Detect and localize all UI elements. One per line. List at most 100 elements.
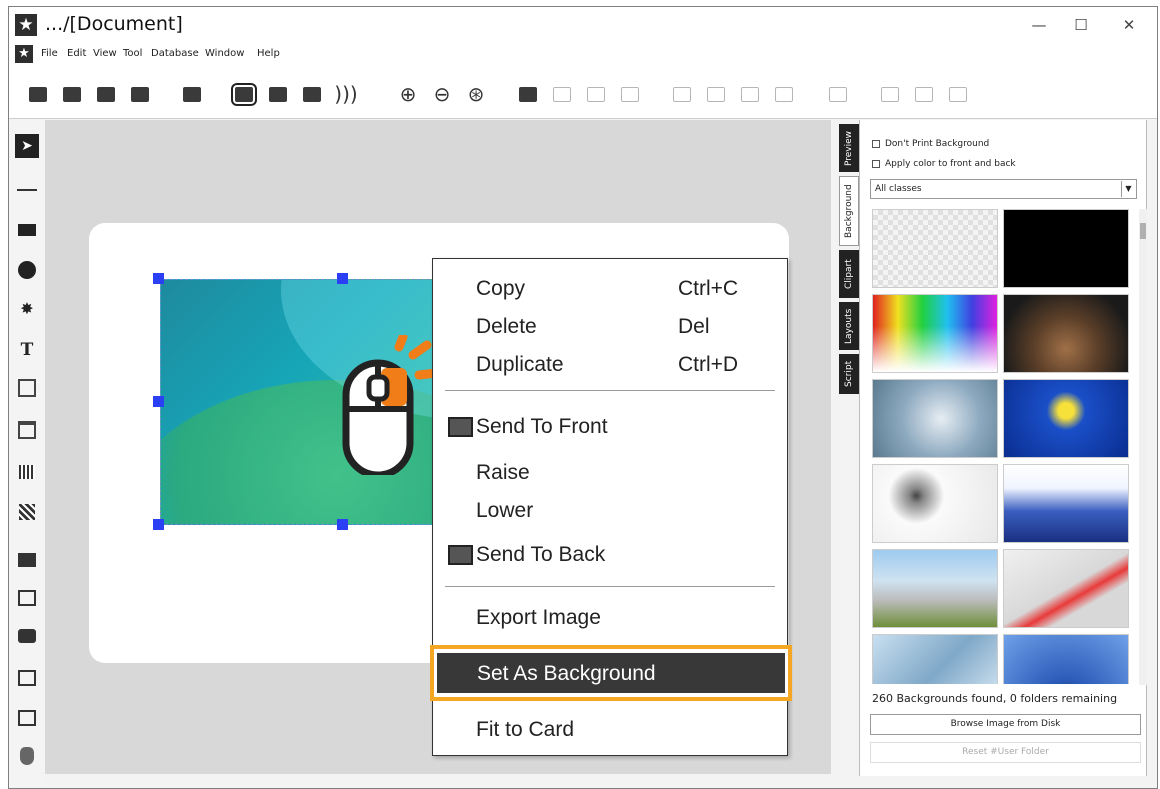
thumb-transparent[interactable] — [872, 209, 998, 288]
thumb-pen[interactable] — [1003, 549, 1129, 628]
thumb-spectrum[interactable] — [872, 294, 998, 373]
background-panel: Don't Print Background Apply color to fr… — [859, 120, 1147, 776]
printer-button[interactable] — [179, 81, 205, 107]
date-tool[interactable] — [15, 418, 39, 442]
dont-print-label: Don't Print Background — [885, 139, 990, 149]
highlight-box: Set As Background — [430, 645, 792, 701]
menu-set-as-background[interactable]: Set As Background — [437, 653, 785, 693]
align-right-icon — [621, 86, 639, 102]
counter-tool[interactable] — [15, 376, 39, 400]
backgrounds-status: 260 Backgrounds found, 0 folders remaini… — [872, 692, 1118, 705]
menu-help[interactable]: Help — [257, 48, 280, 59]
chevron-down-icon[interactable]: ▼ — [1121, 181, 1135, 197]
tab-background[interactable]: Background — [839, 176, 859, 246]
thumb-pen-paper[interactable] — [872, 634, 998, 684]
close-button[interactable]: ✕ — [1109, 11, 1149, 39]
panel-scrollbar[interactable] — [1139, 209, 1147, 685]
menu-duplicate[interactable]: Duplicate — [476, 353, 564, 377]
print-button[interactable] — [59, 81, 85, 107]
signature-tool[interactable] — [15, 706, 39, 730]
image-add-icon — [18, 553, 36, 567]
menu-set-as-background-label: Set As Background — [477, 662, 656, 685]
pointer-icon: ➤ — [21, 138, 33, 154]
polygon-tool[interactable]: ✸ — [15, 296, 39, 320]
encode-button[interactable]: ))) — [333, 81, 359, 107]
line-tool[interactable] — [15, 178, 39, 202]
maximize-button[interactable]: ☐ — [1061, 11, 1101, 39]
menu-copy[interactable]: Copy — [476, 277, 525, 301]
minimize-button[interactable]: — — [1019, 11, 1059, 39]
apply-color-checkbox[interactable]: Apply color to front and back — [872, 159, 1016, 169]
qrcode-icon — [19, 504, 35, 520]
menu-database[interactable]: Database — [151, 48, 199, 59]
camera-tool[interactable] — [15, 624, 39, 648]
id-photo-tool[interactable] — [15, 666, 39, 690]
zoom-out-icon: ⊖ — [433, 82, 451, 106]
select-tool[interactable]: ➤ — [15, 134, 39, 158]
same-size-button — [911, 81, 937, 107]
thumb-truck[interactable] — [872, 549, 998, 628]
browse-image-button[interactable]: Browse Image from Disk — [870, 714, 1141, 735]
rectangle-tool[interactable] — [15, 218, 39, 242]
security-tool[interactable] — [15, 744, 39, 768]
check-icon — [949, 86, 967, 102]
tab-preview[interactable]: Preview — [839, 124, 859, 172]
card-list-button[interactable] — [299, 81, 325, 107]
picture-tool[interactable] — [15, 586, 39, 610]
ellipse-tool[interactable] — [15, 258, 39, 282]
class-select[interactable]: All classes ▼ — [870, 179, 1137, 199]
menu-send-to-front[interactable]: Send To Front — [476, 415, 608, 439]
resize-handle-w[interactable] — [153, 396, 164, 407]
app-logo-icon: ★ — [15, 14, 37, 36]
thumb-clocks[interactable] — [1003, 294, 1129, 373]
menu-tool[interactable]: Tool — [123, 48, 142, 59]
card-back-button[interactable] — [265, 81, 291, 107]
image-tool[interactable] — [15, 548, 39, 572]
printer-icon — [183, 86, 201, 102]
star-shape-icon: ✸ — [20, 298, 34, 318]
tab-script[interactable]: Script — [839, 354, 859, 394]
resize-handle-n[interactable] — [337, 273, 348, 284]
zoom-out-button[interactable]: ⊖ — [429, 81, 455, 107]
menu-send-to-back[interactable]: Send To Back — [476, 543, 605, 567]
tab-layouts[interactable]: Layouts — [839, 302, 859, 350]
app-menu-icon[interactable]: ★ — [15, 45, 33, 63]
align-button[interactable] — [515, 81, 541, 107]
thumb-love[interactable] — [872, 464, 998, 543]
menu-delete[interactable]: Delete — [476, 315, 537, 339]
checkbox-box[interactable] — [872, 160, 880, 168]
same-width-icon — [829, 86, 847, 102]
menu-lower[interactable]: Lower — [476, 499, 533, 523]
scrollbar-thumb[interactable] — [1140, 223, 1146, 239]
menu-fit-to-card[interactable]: Fit to Card — [476, 718, 574, 742]
resize-handle-sw[interactable] — [153, 519, 164, 530]
resize-handle-s[interactable] — [337, 519, 348, 530]
menu-window[interactable]: Window — [205, 48, 244, 59]
card-front-button[interactable] — [231, 81, 257, 107]
barcode-tool[interactable] — [15, 460, 39, 484]
text-tool[interactable]: T — [15, 338, 39, 362]
thumb-phone[interactable] — [872, 379, 998, 458]
menu-raise[interactable]: Raise — [476, 461, 530, 485]
apply-color-label: Apply color to front and back — [885, 159, 1016, 169]
checkbox-box[interactable] — [872, 140, 880, 148]
dont-print-checkbox[interactable]: Don't Print Background — [872, 139, 989, 149]
thumb-calendar[interactable] — [1003, 464, 1129, 543]
zoom-in-button[interactable]: ⊕ — [395, 81, 421, 107]
menu-view[interactable]: View — [93, 48, 117, 59]
menu-export-image[interactable]: Export Image — [476, 606, 601, 630]
tab-clipart[interactable]: Clipart — [839, 250, 859, 298]
save-button[interactable] — [93, 81, 119, 107]
thumb-black[interactable] — [1003, 209, 1129, 288]
open-button[interactable] — [127, 81, 153, 107]
menu-separator — [445, 586, 775, 587]
menu-delete-shortcut: Del — [678, 315, 710, 338]
menu-file[interactable]: File — [41, 48, 58, 59]
thumb-car[interactable] — [1003, 634, 1129, 684]
thumb-flowers[interactable] — [1003, 379, 1129, 458]
resize-handle-nw[interactable] — [153, 273, 164, 284]
qrcode-tool[interactable] — [15, 500, 39, 524]
zoom-fit-button[interactable]: ⊛ — [463, 81, 489, 107]
new-card-button[interactable] — [25, 81, 51, 107]
menu-edit[interactable]: Edit — [67, 48, 86, 59]
